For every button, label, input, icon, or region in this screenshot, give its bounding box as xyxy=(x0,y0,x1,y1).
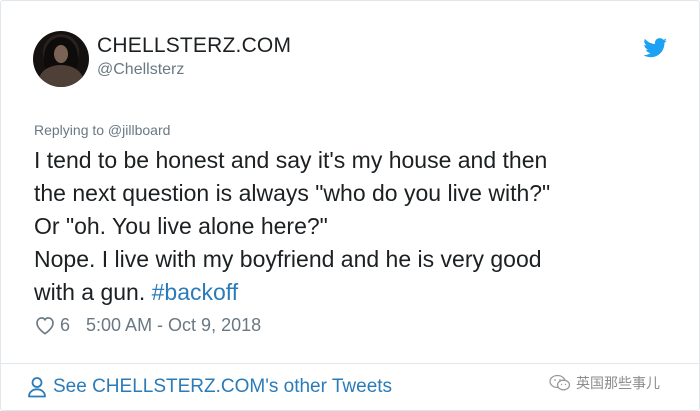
avatar[interactable] xyxy=(33,31,89,87)
heart-icon[interactable] xyxy=(34,315,56,335)
wechat-icon xyxy=(549,374,571,391)
tweet-timestamp[interactable]: 5:00 AM - Oct 9, 2018 xyxy=(86,315,261,336)
see-other-tweets-link[interactable]: See CHELLSTERZ.COM's other Tweets xyxy=(27,375,392,399)
see-other-tweets-label[interactable]: See CHELLSTERZ.COM's other Tweets xyxy=(53,376,392,398)
avatar-shoulders xyxy=(39,65,83,87)
author-display-name[interactable]: CHELLSTERZ.COM xyxy=(97,34,291,58)
person-icon xyxy=(28,377,46,398)
footer-divider xyxy=(1,363,699,364)
embedded-tweet-card: CHELLSTERZ.COM @Chellsterz Replying to @… xyxy=(0,0,700,411)
tweet-text: I tend to be honest and say it's my hous… xyxy=(34,144,684,309)
tweet-text-line: the next question is always "who do you … xyxy=(34,180,551,206)
watermark-text: 英国那些事儿 xyxy=(576,375,660,391)
tweet-meta: 6 5:00 AM - Oct 9, 2018 xyxy=(34,313,261,337)
watermark: 英国那些事儿 xyxy=(549,373,660,393)
tweet-text-line: with a gun. #backoff xyxy=(34,276,684,309)
replying-to[interactable]: Replying to @jillboard xyxy=(34,122,170,138)
tweet-text-tail: with a gun. xyxy=(34,279,152,305)
tweet-text-line: Or "oh. You live alone here?" xyxy=(34,213,328,239)
author-handle[interactable]: @Chellsterz xyxy=(97,61,184,79)
like-count[interactable]: 6 xyxy=(60,315,70,336)
twitter-bird-icon[interactable] xyxy=(643,38,668,58)
tweet-text-line: I tend to be honest and say it's my hous… xyxy=(34,147,548,173)
tweet-text-line: Nope. I live with my boyfriend and he is… xyxy=(34,246,542,272)
avatar-face xyxy=(54,45,68,63)
hashtag-link[interactable]: #backoff xyxy=(152,279,239,305)
